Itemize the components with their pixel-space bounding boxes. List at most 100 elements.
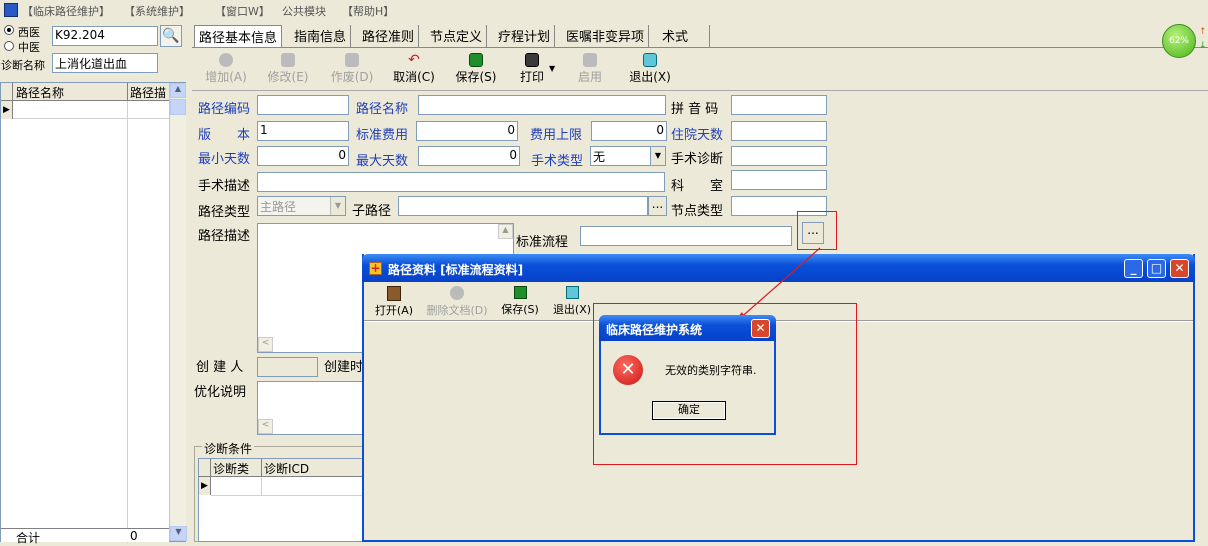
path-type-label: 路径类型 [198,205,251,220]
scroll-left-icon[interactable]: < [258,419,273,434]
col-path-desc[interactable]: 路径描 [130,84,168,101]
scroll-down-icon[interactable]: ▼ [170,526,187,541]
menu-clinical-path[interactable]: 【临床路径维护】 [22,3,110,19]
stay-days-label: 住院天数 [671,128,724,143]
tab-surgery[interactable]: 术式 [658,25,710,47]
diagnosis-label: 诊断名称 [1,59,45,72]
min-days-input[interactable]: 0 [257,146,349,166]
cancel-button[interactable]: ↶ 取消(C) [384,53,444,89]
std-cost-input[interactable]: 0 [416,121,518,141]
menu-bar: 【临床路径维护】 【系统维护】 【窗口W】 公共模块 【帮助H】 [0,0,1208,20]
scroll-thumb[interactable] [170,99,186,115]
path-data-title: 路径资料 [标准流程资料] [388,263,524,277]
dept-label: 科 室 [671,179,724,194]
close-icon[interactable]: ✕ [1170,259,1189,278]
tab-course-plan[interactable]: 疗程计划 [494,25,556,47]
enable-button[interactable]: 启用 [560,53,620,89]
error-message: 无效的类别字符串. [665,364,757,377]
surgery-diag-input[interactable] [731,146,827,166]
app-plus-icon: + [369,261,382,275]
close-icon[interactable]: ✕ [751,319,770,338]
enable-icon [583,53,597,67]
edit-icon [281,53,295,67]
radio-chinese-label: 中医 [18,41,40,54]
diagnosis-input[interactable]: 上消化道出血 [52,53,158,73]
status-badge[interactable]: 62% [1162,24,1196,58]
window-save-button[interactable]: 保存(S) [498,286,542,317]
surgery-desc-label: 手术描述 [198,179,251,194]
scroll-left-icon[interactable]: < [258,337,273,352]
scroll-up-icon[interactable]: ▲ [170,83,186,98]
creator-label: 创 建 人 [196,360,244,375]
std-cost-label: 标准费用 [356,128,409,143]
save-button[interactable]: 保存(S) [446,53,506,89]
add-button[interactable]: 增加(A) [196,53,256,89]
menu-window[interactable]: 【窗口W】 [215,3,270,19]
edit-button[interactable]: 修改(E) [258,53,318,89]
tab-order-invariant[interactable]: 医嘱非变异项 [562,25,650,47]
path-desc-label: 路径描述 [198,229,251,244]
add-icon [219,53,233,67]
tab-path-criteria[interactable]: 路径准则 [358,25,420,47]
col-diag-type[interactable]: 诊断类 [213,460,249,477]
app-icon [4,3,18,17]
version-input[interactable]: 1 [257,121,349,141]
tab-node-definition[interactable]: 节点定义 [426,25,488,47]
tab-basic-info[interactable]: 路径基本信息 [194,25,283,47]
path-code-input[interactable] [257,95,349,115]
cost-limit-input[interactable]: 0 [591,121,667,141]
left-panel: 西医 中医 K92.204 🔍 诊断名称 上消化道出血 路径名称 路径描 ▶ ▲… [0,22,190,545]
path-name-input[interactable] [418,95,666,115]
surgery-desc-input[interactable] [257,172,665,192]
delete-doc-button[interactable]: 删除文档(D) [422,286,492,318]
delete-icon [450,286,464,300]
radio-west-label: 西医 [18,26,40,39]
menu-system[interactable]: 【系统维护】 [124,3,190,19]
open-door-icon [387,286,401,301]
menu-common[interactable]: 公共模块 [282,3,326,19]
sub-path-label: 子路径 [352,204,392,219]
pinyin-input[interactable] [731,95,827,115]
window-exit-button[interactable]: 退出(X) [550,286,594,317]
menu-help[interactable]: 【帮助H】 [342,3,394,19]
minimize-icon[interactable]: _ [1124,259,1143,278]
undo-icon: ↶ [408,52,420,68]
ok-button[interactable]: 确定 [652,401,726,420]
path-grid: 路径名称 路径描 ▶ ▲ ▼ 合计 0 [0,82,187,545]
optimize-textarea[interactable]: < [257,381,363,435]
print-dropdown-icon[interactable]: ▼ [549,64,555,73]
open-button[interactable]: 打开(A) [370,286,418,318]
stay-days-input[interactable] [731,121,827,141]
col-diag-icd[interactable]: 诊断ICD [264,460,309,477]
error-dialog-titlebar[interactable]: 临床路径维护系统 ✕ [599,315,776,341]
radio-west[interactable] [4,25,14,35]
exit-button[interactable]: 退出(X) [620,53,680,89]
col-path-name[interactable]: 路径名称 [16,84,64,101]
void-button[interactable]: 作废(D) [322,53,382,89]
max-days-input[interactable]: 0 [418,146,520,166]
path-grid-scrollbar[interactable]: ▲ ▼ [169,83,187,541]
scroll-up-icon[interactable]: ▲ [498,224,513,239]
dept-input[interactable] [731,170,827,190]
void-icon [345,53,359,67]
icd-code-input[interactable]: K92.204 [52,26,158,46]
sub-path-browse-button[interactable]: ... [648,196,667,216]
path-grid-header: 路径名称 路径描 [1,83,169,101]
save-icon [469,53,483,67]
maximize-icon[interactable]: □ [1147,259,1166,278]
create-time-label: 创建时 [324,360,364,375]
surgery-type-select[interactable]: 无 ▼ [590,146,666,166]
path-name-label: 路径名称 [356,102,409,117]
chevron-down-icon[interactable]: ▼ [650,147,665,165]
row-pointer-icon: ▶ [1,101,13,119]
min-days-label: 最小天数 [198,152,251,167]
path-code-label: 路径编码 [198,102,251,117]
path-type-select[interactable]: 主路径 ▼ [257,196,346,216]
sub-path-input[interactable] [398,196,648,216]
surgery-type-label: 手术类型 [531,154,584,169]
diag-cond-label: 诊断条件 [202,440,255,457]
tab-guide-info[interactable]: 指南信息 [290,25,352,47]
radio-chinese[interactable] [4,41,14,51]
search-icon[interactable]: 🔍 [160,25,182,47]
chevron-down-icon[interactable]: ▼ [330,197,345,215]
